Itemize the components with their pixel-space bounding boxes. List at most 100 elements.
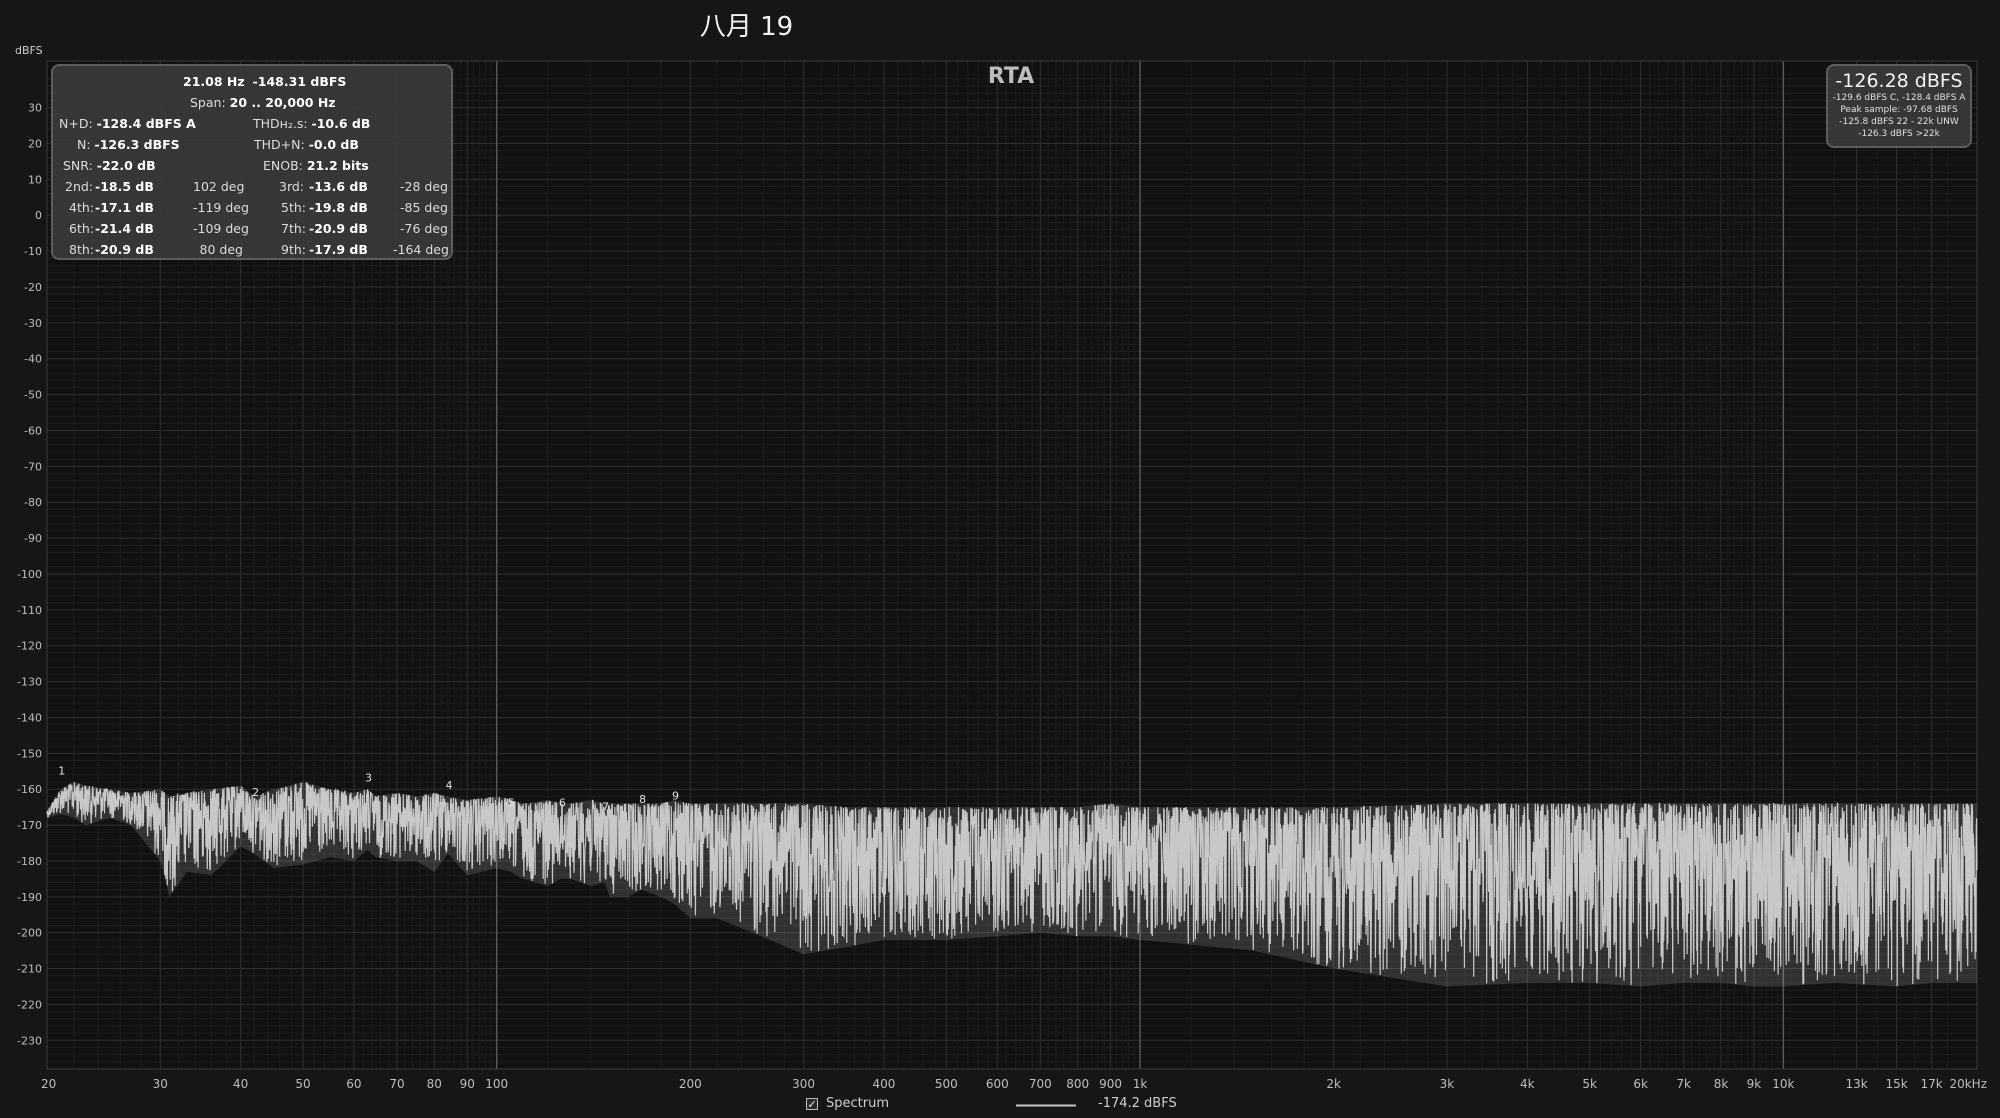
x-tick-label: 20kHz <box>1949 1077 1987 1091</box>
snr-value: -22.0 dB <box>96 158 156 173</box>
snr-label: SNR: <box>63 158 93 173</box>
legend-line-swatch <box>1016 1104 1076 1107</box>
harmonic-marker-label: 3 <box>365 772 372 785</box>
span-label: Span: <box>190 95 226 110</box>
x-tick-label: 20 <box>41 1077 56 1091</box>
x-tick-label: 900 <box>1099 1077 1122 1091</box>
x-tick-label: 17k <box>1920 1077 1942 1091</box>
y-tick-label: -140 <box>17 711 42 724</box>
harmonic-7-label: 7th: <box>281 221 306 236</box>
harmonic-8-db: -20.9 dB <box>95 242 154 257</box>
harmonic-3-deg: -28 deg <box>400 179 448 194</box>
harmonic-7-db: -20.9 dB <box>309 221 368 236</box>
y-tick-label: -160 <box>17 783 42 796</box>
legend-series-label: Spectrum <box>826 1096 889 1111</box>
thdn-row: THD+N: -0.0 dB <box>254 137 359 152</box>
harmonic-marker-label: 6 <box>559 797 566 810</box>
thd-row: THDн₂.s: -10.6 dB <box>253 116 370 131</box>
y-tick-label: 0 <box>35 209 42 222</box>
peak-line-2: Peak sample: -97.68 dBFS <box>1840 105 1958 115</box>
harmonic-9-label: 9th: <box>281 242 306 257</box>
harmonic-marker-label: 1 <box>58 764 65 777</box>
y-tick-label: -210 <box>17 963 42 976</box>
x-tick-label: 15k <box>1886 1077 1908 1091</box>
nd-row: N+D: -128.4 dBFS A <box>59 116 196 131</box>
cursor-readout: 21.08 Hz -148.31 dBFS <box>183 74 346 89</box>
measurement-panel: 21.08 Hz -148.31 dBFS Span: 20 .. 20,000… <box>51 64 453 260</box>
y-axis: 30 20 10 0 -10 -20 -30 -40 -50 -60 -70 -80 -90 -100 -1… <box>17 102 42 1048</box>
snr-row: SNR: -22.0 dB <box>63 158 156 173</box>
x-tick-label: 800 <box>1066 1077 1089 1091</box>
y-tick-label: -40 <box>24 353 42 366</box>
harmonic-9-db: -17.9 dB <box>309 242 368 257</box>
y-tick-label: 20 <box>28 138 42 151</box>
harmonic-marker-label: 7 <box>602 800 609 813</box>
span-value: 20 .. 20,000 Hz <box>229 95 336 110</box>
thd-label: THDн₂.s: <box>253 116 308 131</box>
cursor-level: -148.31 dBFS <box>252 74 347 89</box>
harmonic-9-deg: -164 deg <box>393 242 449 257</box>
spectrum-checkbox[interactable]: ✓ <box>806 1098 818 1111</box>
y-tick-label: -90 <box>24 532 42 545</box>
legend-value: -174.2 dBFS <box>1098 1096 1177 1111</box>
y-tick-label: -220 <box>17 998 42 1011</box>
x-tick-label: 5k <box>1582 1077 1597 1091</box>
y-tick-label: -20 <box>24 281 42 294</box>
enob-row: ENOB: 21.2 bits <box>263 158 369 173</box>
chart-title: RTA <box>988 64 1034 89</box>
x-tick-label: 600 <box>986 1077 1009 1091</box>
x-tick-label: 60 <box>346 1077 361 1091</box>
x-tick-label: 400 <box>873 1077 896 1091</box>
enob-value: 21.2 bits <box>306 158 369 173</box>
harmonic-marker-label: 8 <box>639 793 646 806</box>
y-tick-label: -120 <box>17 640 42 653</box>
x-tick-label: 9k <box>1747 1077 1762 1091</box>
harmonic-marker-label: 4 <box>445 779 452 792</box>
harmonic-2-deg: 102 deg <box>193 179 245 194</box>
x-tick-label: 10k <box>1772 1077 1794 1091</box>
x-tick-label: 300 <box>792 1077 815 1091</box>
harmonic-8-label: 8th: <box>69 242 94 257</box>
y-tick-label: -190 <box>17 891 42 904</box>
harmonic-6-db: -21.4 dB <box>95 221 154 236</box>
harmonic-4-db: -17.1 dB <box>95 200 154 215</box>
x-tick-label: 700 <box>1029 1077 1052 1091</box>
y-tick-label: -200 <box>17 927 42 940</box>
thdn-value: -0.0 dB <box>308 137 359 152</box>
x-tick-label: 6k <box>1633 1077 1648 1091</box>
legend: ✓ Spectrum -174.2 dBFS <box>0 1096 2000 1116</box>
y-tick-label: -50 <box>24 389 42 402</box>
y-tick-label: 10 <box>28 173 42 186</box>
harmonic-3-db: -13.6 dB <box>309 179 368 194</box>
harmonic-2-label: 2nd: <box>65 179 94 194</box>
harmonic-8-deg: 80 deg <box>199 242 243 257</box>
y-tick-label: -170 <box>17 819 42 832</box>
y-tick-label: -150 <box>17 747 42 760</box>
harmonic-5-deg: -85 deg <box>400 200 448 215</box>
y-tick-label: -130 <box>17 676 42 689</box>
cursor-frequency: 21.08 Hz <box>183 74 245 89</box>
x-tick-label: 70 <box>389 1077 404 1091</box>
x-axis: 20 30 40 50 60 70 80 90 100 200 300 400 500 600 700 800… <box>41 1077 1987 1091</box>
y-tick-label: -10 <box>24 245 42 258</box>
y-tick-label: -80 <box>24 496 42 509</box>
peak-line-3: -125.8 dBFS 22 - 22k UNW <box>1839 117 1959 127</box>
peak-line-1: -129.6 dBFS C, -128.4 dBFS A <box>1832 93 1966 103</box>
x-tick-label: 4k <box>1520 1077 1535 1091</box>
harmonic-2-db: -18.5 dB <box>95 179 154 194</box>
window-title: 八月 19 <box>699 12 794 42</box>
n-row: N: -126.3 dBFS <box>77 137 180 152</box>
span-readout: Span: 20 .. 20,000 Hz <box>190 95 336 110</box>
thd-value: -10.6 dB <box>311 116 371 131</box>
harmonic-6-deg: -109 deg <box>193 221 249 236</box>
harmonic-4-deg: -119 deg <box>193 200 249 215</box>
harmonic-3-label: 3rd: <box>279 179 305 194</box>
nd-label: N+D: <box>59 116 93 131</box>
y-tick-label: -230 <box>17 1034 42 1047</box>
harmonic-5-label: 5th: <box>281 200 306 215</box>
harmonic-6-label: 6th: <box>69 221 94 236</box>
x-tick-label: 3k <box>1440 1077 1455 1091</box>
n-value: -126.3 dBFS <box>94 137 180 152</box>
y-tick-label: -100 <box>17 568 42 581</box>
x-tick-label: 7k <box>1676 1077 1691 1091</box>
